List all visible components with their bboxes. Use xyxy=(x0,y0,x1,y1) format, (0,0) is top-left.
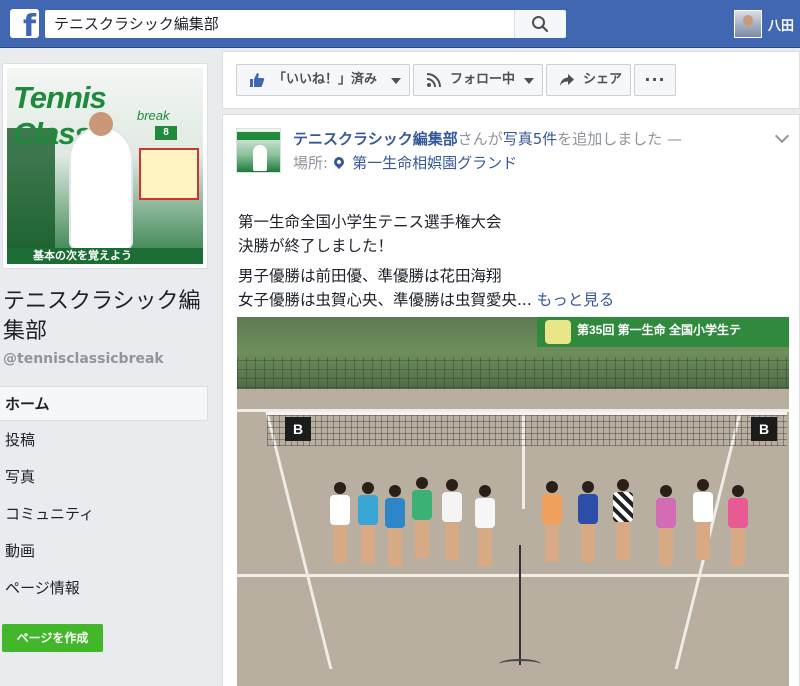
like-button[interactable]: 「いいね！」済み xyxy=(236,64,410,96)
sidebar-item-community[interactable]: コミュニティ xyxy=(0,497,208,532)
search-button[interactable] xyxy=(514,10,566,38)
player-figure xyxy=(577,481,599,562)
share-label: シェア xyxy=(583,72,623,87)
post-photo[interactable]: 第35回 第一生命 全国小学生テ B B xyxy=(237,317,789,686)
chevron-down-icon xyxy=(524,78,534,84)
post-options-chevron-icon[interactable] xyxy=(774,128,790,144)
location-link[interactable]: 第一生命相娯園グランド xyxy=(352,154,517,172)
post-location: 場所: 第一生命相娯園グランド xyxy=(293,152,517,174)
chevron-down-icon xyxy=(391,78,401,84)
cover-bottom-text: 基本の次を覚えよう xyxy=(7,248,203,264)
banner-text: 第35回 第一生命 全国小学生テ xyxy=(577,323,742,337)
post-line: 第一生命全国小学生テニス選手権大会 xyxy=(238,213,502,231)
post-header-text: を追加しました — xyxy=(557,130,683,148)
more-dots-icon: ··· xyxy=(644,70,666,89)
top-navigation-bar: f テニスクラシック編集部 八田 xyxy=(0,0,800,48)
post-author-link[interactable]: テニスクラシック編集部 xyxy=(293,130,458,148)
facebook-logo-icon[interactable]: f xyxy=(10,9,39,38)
feed-post: テニスクラシック編集部さんが写真5件を追加しました — 場所: 第一生命相娯園グラ… xyxy=(222,114,800,686)
player-figure xyxy=(655,485,677,566)
search-input[interactable]: テニスクラシック編集部 xyxy=(45,10,514,38)
post-header: テニスクラシック編集部さんが写真5件を追加しました — xyxy=(293,128,773,150)
sidebar-item-videos[interactable]: 動画 xyxy=(0,534,208,569)
page-profile-picture: Tennis Classic break 8 基本の次を覚えよう xyxy=(7,68,203,264)
thumbs-up-icon xyxy=(250,73,265,87)
player-figure xyxy=(727,485,749,566)
player-figure xyxy=(692,479,714,560)
cover-player-image xyxy=(71,112,131,248)
post-line: 男子優勝は前田優、準優勝は花田海翔 xyxy=(238,267,502,285)
location-pin-icon xyxy=(331,154,347,170)
banner-logo xyxy=(545,320,571,344)
sidebar-item-about[interactable]: ページ情報 xyxy=(0,571,208,606)
post-line: 決勝が終了しました！ xyxy=(238,237,394,255)
post-header-text: さんが xyxy=(457,130,503,148)
player-figure xyxy=(541,481,563,562)
player-figure xyxy=(441,479,463,560)
share-arrow-icon xyxy=(560,74,574,86)
user-avatar[interactable] xyxy=(734,10,762,38)
player-figure xyxy=(612,479,634,560)
post-line-text: 女子優勝は虫賀心央、準優勝は虫賀愛央... xyxy=(238,291,532,309)
microphone-base xyxy=(499,659,541,669)
player-figure xyxy=(411,477,433,558)
page-action-bar: 「いいね！」済み フォロー中 シェア ··· xyxy=(222,51,800,109)
sponsor-sign: B xyxy=(751,417,777,441)
location-prefix: 場所: xyxy=(293,154,329,172)
create-page-button[interactable]: ページを作成 xyxy=(2,624,103,652)
search-icon xyxy=(532,16,549,33)
post-body: 第一生命全国小学生テニス選手権大会 決勝が終了しました！ 男子優勝は前田優、準優… xyxy=(238,210,614,312)
player-figure xyxy=(357,482,379,563)
follow-button[interactable]: フォロー中 xyxy=(413,64,543,96)
user-name-link[interactable]: 八田 xyxy=(768,15,794,34)
sidebar-item-photos[interactable]: 写真 xyxy=(0,460,208,495)
sponsor-sign: B xyxy=(285,417,311,441)
share-button[interactable]: シェア xyxy=(546,64,631,96)
sidebar-item-home[interactable]: ホーム xyxy=(0,386,208,421)
cover-side-box xyxy=(139,148,199,200)
page-profile-picture-frame[interactable]: Tennis Classic break 8 基本の次を覚えよう xyxy=(2,63,208,269)
photo-banner: 第35回 第一生命 全国小学生テ xyxy=(537,317,789,347)
cover-subtitle: break xyxy=(137,108,170,123)
photos-count-link[interactable]: 写真5件 xyxy=(503,130,558,148)
player-figure xyxy=(474,485,496,566)
page-handle[interactable]: @tennisclassicbreak xyxy=(3,351,164,367)
cover-issue: 8 xyxy=(155,126,177,140)
see-more-link[interactable]: もっと見る xyxy=(537,291,615,309)
post-author-avatar[interactable] xyxy=(236,128,281,173)
page-title[interactable]: テニスクラシック編集部 xyxy=(3,287,218,347)
sidebar-item-posts[interactable]: 投稿 xyxy=(0,423,208,458)
more-options-button[interactable]: ··· xyxy=(634,64,676,96)
follow-label: フォロー中 xyxy=(450,72,516,87)
like-label: 「いいね！」済み xyxy=(273,72,378,87)
post-line: 女子優勝は虫賀心央、準優勝は虫賀愛央... もっと見る xyxy=(238,288,614,312)
rss-icon xyxy=(426,73,441,88)
player-figure xyxy=(384,485,406,566)
photo-net xyxy=(267,412,787,446)
player-figure xyxy=(329,482,351,563)
microphone-stand xyxy=(519,545,521,665)
